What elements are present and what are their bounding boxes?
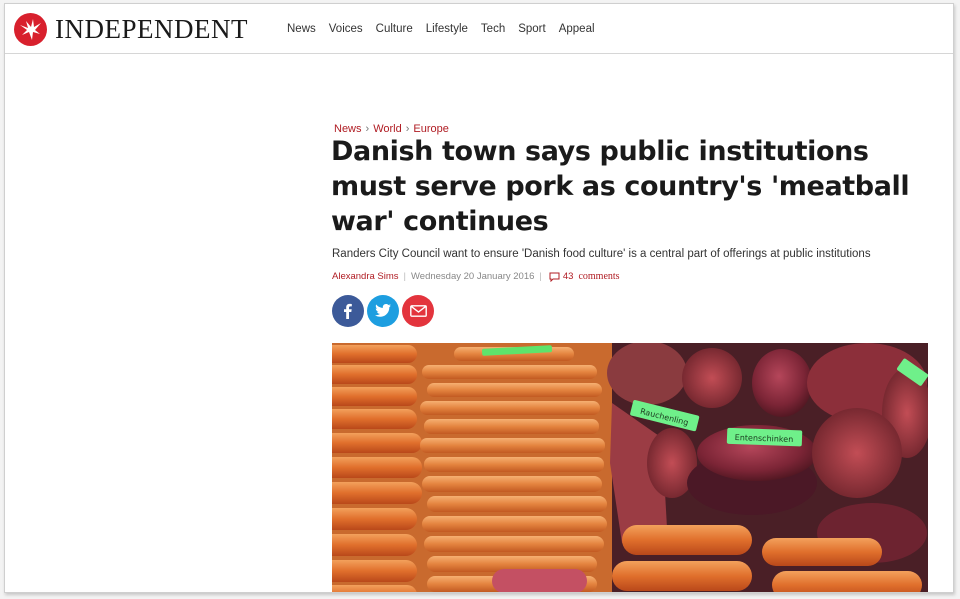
nav-item-culture[interactable]: Culture — [376, 21, 413, 37]
share-buttons — [332, 295, 434, 327]
site-wordmark[interactable]: INDEPENDENT — [55, 13, 248, 45]
author-link[interactable]: Alexandra Sims — [332, 270, 399, 284]
eagle-logo-icon[interactable] — [14, 13, 47, 46]
nav-item-appeal[interactable]: Appeal — [559, 21, 595, 37]
nav-item-tech[interactable]: Tech — [481, 21, 505, 37]
article-standfirst: Randers City Council want to ensure 'Dan… — [332, 248, 871, 260]
publish-date: Wednesday 20 January 2016 — [411, 271, 535, 282]
byline-divider: | — [403, 271, 406, 282]
comment-icon — [549, 272, 560, 282]
email-icon — [409, 305, 427, 317]
nav-item-news[interactable]: News — [287, 21, 316, 37]
article-hero-image: Rauchenling Entenschinken — [332, 343, 928, 592]
byline: Alexandra Sims | Wednesday 20 January 20… — [332, 270, 620, 284]
nav-item-sport[interactable]: Sport — [518, 21, 546, 37]
article-headline: Danish town says public institutions mus… — [331, 136, 910, 237]
twitter-share-button[interactable] — [367, 295, 399, 327]
twitter-icon — [375, 304, 391, 317]
browser-frame: INDEPENDENT News Voices Culture Lifestyl… — [4, 3, 954, 593]
comment-label: comments — [578, 271, 620, 282]
facebook-icon — [344, 303, 352, 319]
email-share-button[interactable] — [402, 295, 434, 327]
facebook-share-button[interactable] — [332, 295, 364, 327]
nav-item-lifestyle[interactable]: Lifestyle — [426, 21, 468, 37]
comment-count: 43 — [562, 271, 574, 282]
comments-link[interactable]: 43 comments — [549, 270, 620, 284]
site-header: INDEPENDENT News Voices Culture Lifestyl… — [5, 4, 953, 54]
byline-divider: | — [539, 271, 542, 282]
main-nav: News Voices Culture Lifestyle Tech Sport… — [287, 21, 608, 37]
sausages-photo: Rauchenling Entenschinken — [332, 343, 928, 592]
nav-item-voices[interactable]: Voices — [329, 21, 363, 37]
